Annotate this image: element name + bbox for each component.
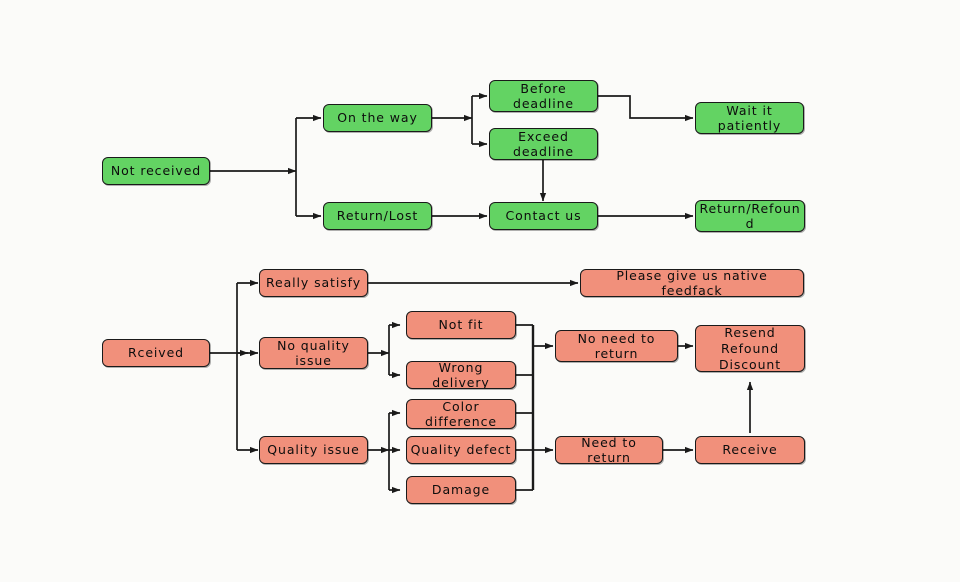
node-return-lost[interactable]: Return/Lost (323, 202, 432, 230)
node-label: Exceed deadline (513, 128, 574, 159)
node-contact-us[interactable]: Contact us (489, 202, 598, 230)
node-label: Return/Refoun d (699, 200, 801, 231)
node-label: Please give us native feedfack (616, 269, 768, 297)
node-label: Quality defect (410, 442, 512, 458)
node-wait-it-patiently[interactable]: Wait it patiently (695, 102, 804, 134)
node-on-the-way[interactable]: On the way (323, 104, 432, 132)
node-resend-refound-discount[interactable]: Resend Refound Discount (695, 325, 805, 372)
node-received[interactable]: Rceived (102, 339, 210, 367)
node-label: Contact us (505, 208, 582, 224)
node-label: Not fit (438, 317, 484, 333)
node-quality-defect[interactable]: Quality defect (406, 436, 516, 464)
node-label: Before deadline (513, 80, 574, 111)
node-color-difference[interactable]: Color difference (406, 399, 516, 429)
node-label: No need to return (577, 330, 656, 361)
node-quality-issue[interactable]: Quality issue (259, 436, 368, 464)
node-return-refound[interactable]: Return/Refoun d (695, 200, 805, 232)
node-label: Return/Lost (336, 208, 419, 224)
node-exceed-deadline[interactable]: Exceed deadline (489, 128, 598, 160)
node-need-to-return[interactable]: Need to return (555, 436, 663, 464)
edge-beforedeadline-wait (598, 95, 694, 122)
node-label: Not received (110, 163, 202, 179)
node-damage[interactable]: Damage (406, 476, 516, 504)
node-no-quality-issue[interactable]: No quality issue (259, 337, 368, 369)
node-label: Quality issue (267, 442, 360, 458)
flowchart-canvas: Not received On the way Return/Lost Befo… (0, 0, 960, 582)
node-please-give-feedback[interactable]: Please give us native feedfack (580, 269, 804, 297)
node-label: Damage (431, 482, 491, 498)
node-label: Color difference (425, 399, 497, 429)
node-label: Resend Refound Discount (718, 325, 782, 372)
node-label: Wrong delivery (432, 361, 490, 389)
node-label: Rceived (127, 345, 185, 361)
node-receive[interactable]: Receive (695, 436, 805, 464)
node-before-deadline[interactable]: Before deadline (489, 80, 598, 112)
node-label: Really satisfy (265, 275, 362, 291)
node-wrong-delivery[interactable]: Wrong delivery (406, 361, 516, 389)
node-not-received[interactable]: Not received (102, 157, 210, 185)
node-label: Receive (722, 442, 778, 458)
node-label: No quality issue (277, 337, 350, 368)
node-label: Wait it patiently (717, 102, 782, 133)
node-really-satisfy[interactable]: Really satisfy (259, 269, 368, 297)
node-label: On the way (337, 110, 418, 126)
node-not-fit[interactable]: Not fit (406, 311, 516, 339)
node-no-need-to-return[interactable]: No need to return (555, 330, 678, 362)
node-label: Need to return (581, 436, 637, 464)
